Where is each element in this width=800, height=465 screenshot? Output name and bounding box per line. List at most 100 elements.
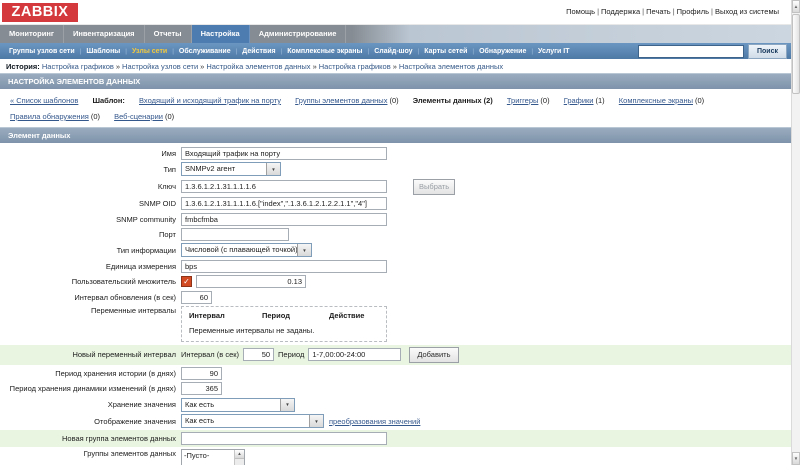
submenu-host-groups[interactable]: Группы узлов сети xyxy=(4,48,80,55)
flex-col-period: Период xyxy=(262,310,290,320)
value-map-select[interactable]: Как есть ▼ xyxy=(181,414,324,429)
history-link[interactable]: Настройка узлов сети xyxy=(122,62,198,71)
port-input[interactable] xyxy=(181,227,289,241)
new-flex-period-label: Период xyxy=(278,350,305,360)
snmp-community-label: SNMP community xyxy=(116,214,176,224)
form-row-groups: Группы элементов данных -Пусто- ▲ xyxy=(0,449,791,465)
update-interval-input[interactable] xyxy=(181,290,212,304)
history-period-input[interactable] xyxy=(181,366,222,380)
new-flex-period-input[interactable] xyxy=(308,348,402,362)
web-scenarios-link[interactable]: Веб-сценарии xyxy=(114,112,163,121)
trends-period-label: Период хранения динамики изменений (в дн… xyxy=(9,384,176,394)
submenu-maintenance[interactable]: Обслуживание xyxy=(174,48,236,55)
snmp-oid-label: SNMP OID xyxy=(139,199,176,209)
port-label: Порт xyxy=(158,229,176,239)
form-row-history: Период хранения истории (в днях) xyxy=(0,366,791,380)
submenu-it-services[interactable]: Услуги IT xyxy=(533,48,574,55)
items-count: (2) xyxy=(483,96,493,105)
delta-select-value: Как есть xyxy=(185,399,215,409)
add-interval-button[interactable]: Добавить xyxy=(409,346,459,363)
page-scrollbar[interactable]: ▲ ▼ xyxy=(791,0,800,465)
discovery-rules-count: (0) xyxy=(90,112,100,121)
groups-listbox[interactable]: -Пусто- ▲ xyxy=(181,449,245,465)
graphs-link[interactable]: Графики xyxy=(564,96,594,105)
flex-intervals-header: Интервал Период Действие xyxy=(189,311,379,320)
multiplier-checkbox[interactable]: ✓ xyxy=(181,276,192,288)
value-mapping-link[interactable]: преобразования значений xyxy=(329,417,420,426)
template-list-link[interactable]: « Список шаблонов xyxy=(10,96,78,105)
history-link[interactable]: Настройка графиков xyxy=(319,62,391,71)
item-groups-link[interactable]: Группы элементов данных xyxy=(295,96,387,105)
separator: » xyxy=(115,62,121,71)
submenu-slideshows[interactable]: Слайд-шоу xyxy=(369,48,417,55)
tab-inventory[interactable]: Инвентаризация xyxy=(64,25,145,43)
submenu-actions[interactable]: Действия xyxy=(237,48,280,55)
submenu-templates[interactable]: Шаблоны xyxy=(81,48,125,55)
items-current: Элементы данных xyxy=(412,96,482,105)
tab-monitoring[interactable]: Мониторинг xyxy=(0,25,64,43)
print-link[interactable]: Печать xyxy=(646,7,671,16)
sub-menu: Группы узлов сети | Шаблоны | Узлы сети | Обсл… xyxy=(0,43,791,59)
item-section-bar: Элемент данных xyxy=(0,127,791,143)
profile-link[interactable]: Профиль xyxy=(677,7,709,16)
groups-option-empty[interactable]: -Пусто- xyxy=(182,450,234,465)
trends-period-input[interactable] xyxy=(181,382,222,396)
submenu-discovery[interactable]: Обнаружение xyxy=(474,48,531,55)
key-input[interactable] xyxy=(181,180,387,194)
name-input[interactable] xyxy=(181,147,387,160)
value-map-label: Отображение значения xyxy=(94,416,176,426)
scrollbar-thumb[interactable] xyxy=(792,14,800,94)
search-input[interactable] xyxy=(637,44,744,58)
separator: » xyxy=(312,62,317,71)
chevron-down-icon: ▼ xyxy=(280,398,294,411)
scroll-down-icon[interactable]: ▼ xyxy=(792,452,800,465)
triggers-link[interactable]: Триггеры xyxy=(507,96,539,105)
key-select-button[interactable]: Выбрать xyxy=(413,178,456,195)
form-row-type: Тип SNMPv2 агент ▼ xyxy=(0,162,791,177)
update-interval-label: Интервал обновления (в сек) xyxy=(74,292,176,302)
units-label: Единица измерения xyxy=(105,261,176,271)
tab-reports[interactable]: Отчеты xyxy=(145,25,192,43)
template-nav-line1: « Список шаблонов Шаблон: Входящий и исх… xyxy=(10,96,781,105)
web-scenarios-count: (0) xyxy=(164,112,175,121)
info-type-select[interactable]: Числовой (с плавающей точкой) ▼ xyxy=(181,243,312,258)
snmp-oid-input[interactable] xyxy=(181,197,387,211)
screens-link[interactable]: Комплексные экраны xyxy=(619,96,693,105)
discovery-rules-link[interactable]: Правила обнаружения xyxy=(10,112,89,121)
tab-administration[interactable]: Администрирование xyxy=(250,25,347,43)
new-flex-interval-row: Новый переменный интервал Интервал (в се… xyxy=(0,344,791,365)
new-group-label: Новая группа элементов данных xyxy=(62,434,176,444)
new-group-input[interactable] xyxy=(181,432,387,446)
listbox-scrollbar[interactable]: ▲ xyxy=(234,450,244,465)
submenu-hosts[interactable]: Узлы сети xyxy=(127,48,172,55)
tab-configuration[interactable]: Настройка xyxy=(191,25,250,43)
chevron-down-icon: ▼ xyxy=(297,244,311,257)
scroll-up-icon[interactable]: ▲ xyxy=(235,450,244,460)
history-link[interactable]: Настройка элементов данных xyxy=(399,62,503,71)
submenu-screens[interactable]: Комплексные экраны xyxy=(282,48,367,55)
support-link[interactable]: Поддержка xyxy=(601,7,640,16)
submenu-maps[interactable]: Карты сетей xyxy=(419,48,472,55)
item-groups-count: (0) xyxy=(389,96,399,105)
template-label: Шаблон: xyxy=(92,96,125,105)
units-input[interactable] xyxy=(181,259,387,273)
template-nav-line2: Правила обнаружения (0) Веб-сценарии (0) xyxy=(10,112,781,121)
chevron-down-icon: ▼ xyxy=(266,163,280,176)
history-bar: История: Настройка графиков» Настройка уз… xyxy=(0,59,791,73)
history-link[interactable]: Настройка графиков xyxy=(42,62,114,71)
multiplier-input[interactable] xyxy=(196,275,306,289)
graphs-count: (1) xyxy=(595,96,605,105)
page-title-bar: НАСТРОЙКА ЭЛЕМЕНТОВ ДАННЫХ xyxy=(0,73,791,89)
new-flex-interval-input[interactable] xyxy=(243,348,275,362)
snmp-community-input[interactable] xyxy=(181,212,387,226)
history-link[interactable]: Настройка элементов данных xyxy=(206,62,310,71)
template-link[interactable]: Входящий и исходящий трафик на порту xyxy=(139,96,281,105)
form-row-trends: Период хранения динамики изменений (в дн… xyxy=(0,382,791,396)
scroll-up-icon[interactable]: ▲ xyxy=(792,0,800,13)
delta-label: Хранение значения xyxy=(107,400,176,410)
type-select[interactable]: SNMPv2 агент ▼ xyxy=(181,162,281,177)
search-button[interactable]: Поиск xyxy=(747,43,787,59)
help-link[interactable]: Помощь xyxy=(566,7,595,16)
delta-select[interactable]: Как есть ▼ xyxy=(181,397,295,412)
logout-link[interactable]: Выход из системы xyxy=(715,7,779,16)
